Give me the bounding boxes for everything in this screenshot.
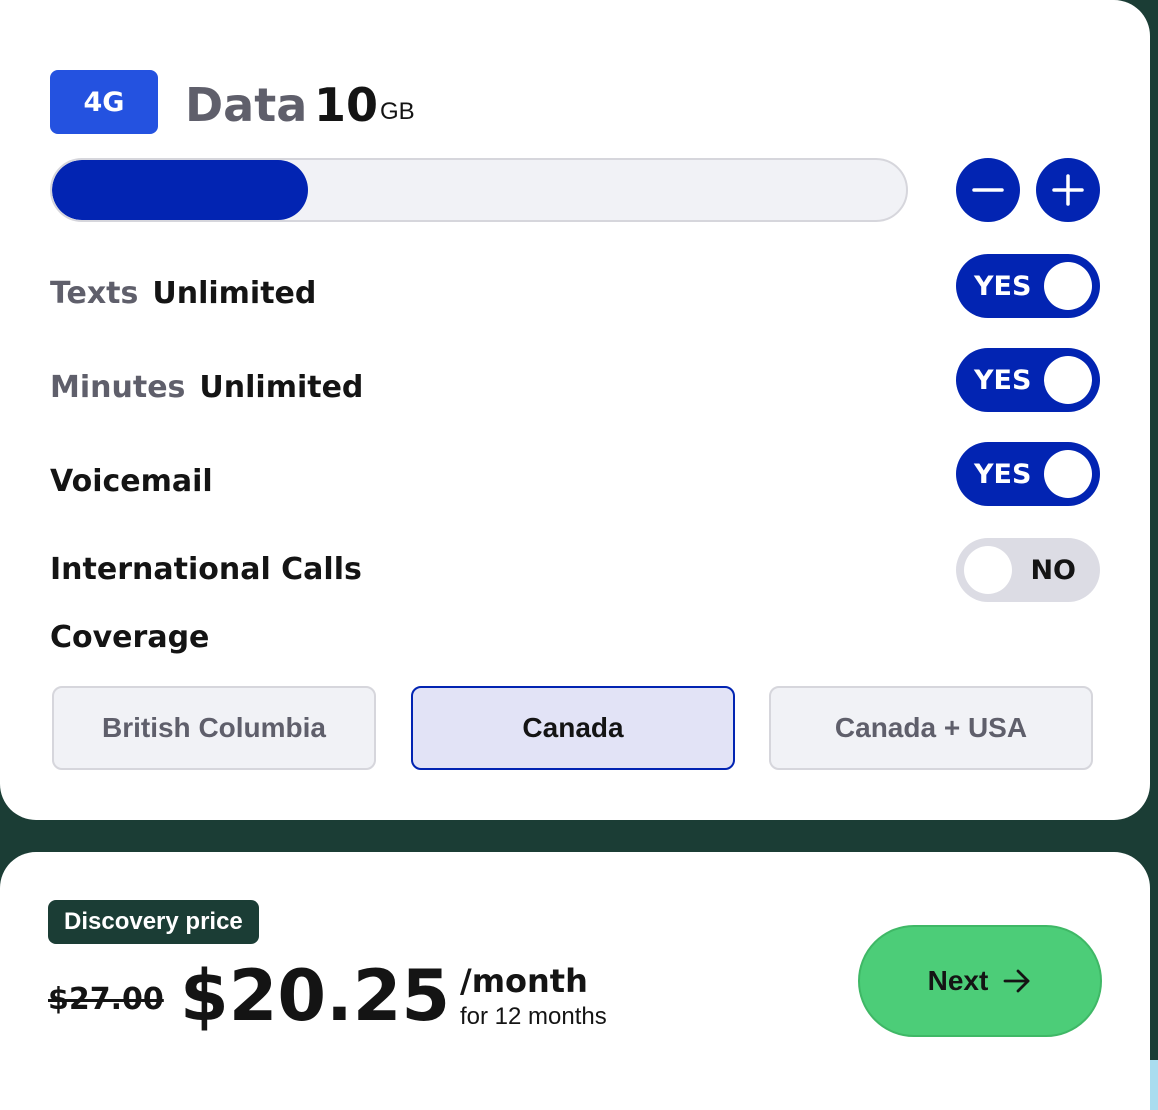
next-button[interactable]: Next <box>858 925 1102 1037</box>
data-slider-fill[interactable] <box>52 160 309 220</box>
price-period: /month <box>460 962 588 1000</box>
voicemail-toggle-text: YES <box>974 458 1032 490</box>
international-calls-toggle[interactable]: NO <box>956 538 1100 602</box>
current-price: $20.25 <box>180 955 451 1037</box>
minus-icon <box>972 188 1004 192</box>
texts-label: Texts <box>50 276 139 311</box>
minutes-label: Minutes <box>50 370 186 405</box>
next-button-label: Next <box>927 965 989 996</box>
voicemail-toggle[interactable]: YES <box>956 442 1100 506</box>
international-calls-label: International Calls <box>50 552 362 587</box>
discovery-price-badge: Discovery price <box>48 900 259 944</box>
texts-value: Unlimited <box>152 276 317 311</box>
toggle-knob <box>1044 356 1092 404</box>
voicemail-label: Voicemail <box>50 464 213 499</box>
coverage-option-canada-usa[interactable]: Canada + USA <box>769 686 1093 770</box>
minutes-toggle-text: YES <box>974 364 1032 396</box>
coverage-option-canada[interactable]: Canada <box>411 686 735 770</box>
toggle-knob <box>1044 262 1092 310</box>
international-calls-toggle-text: NO <box>1030 554 1076 586</box>
plus-icon <box>1052 174 1084 206</box>
data-label: Data <box>185 78 308 132</box>
price-term: for 12 months <box>460 1003 607 1030</box>
plan-config-card: 4G Data 10 GB Texts Unlimited YES Minutes… <box>0 0 1150 820</box>
toggle-knob <box>1044 450 1092 498</box>
toggle-knob <box>964 546 1012 594</box>
decrease-data-button[interactable] <box>956 158 1020 222</box>
data-amount: 10 <box>314 78 379 132</box>
increase-data-button[interactable] <box>1036 158 1100 222</box>
coverage-option-british-columbia[interactable]: British Columbia <box>52 686 376 770</box>
coverage-heading: Coverage <box>50 620 210 655</box>
data-slider[interactable] <box>50 158 908 222</box>
old-price: $27.00 <box>48 982 164 1017</box>
arrow-right-icon <box>1003 969 1030 993</box>
texts-row: Texts Unlimited <box>50 276 316 311</box>
minutes-row: Minutes Unlimited <box>50 370 363 405</box>
minutes-toggle[interactable]: YES <box>956 348 1100 412</box>
texts-toggle[interactable]: YES <box>956 254 1100 318</box>
data-unit: GB <box>380 98 415 125</box>
background-accent <box>1150 1060 1158 1110</box>
network-badge: 4G <box>50 70 158 134</box>
texts-toggle-text: YES <box>974 270 1032 302</box>
minutes-value: Unlimited <box>199 370 364 405</box>
